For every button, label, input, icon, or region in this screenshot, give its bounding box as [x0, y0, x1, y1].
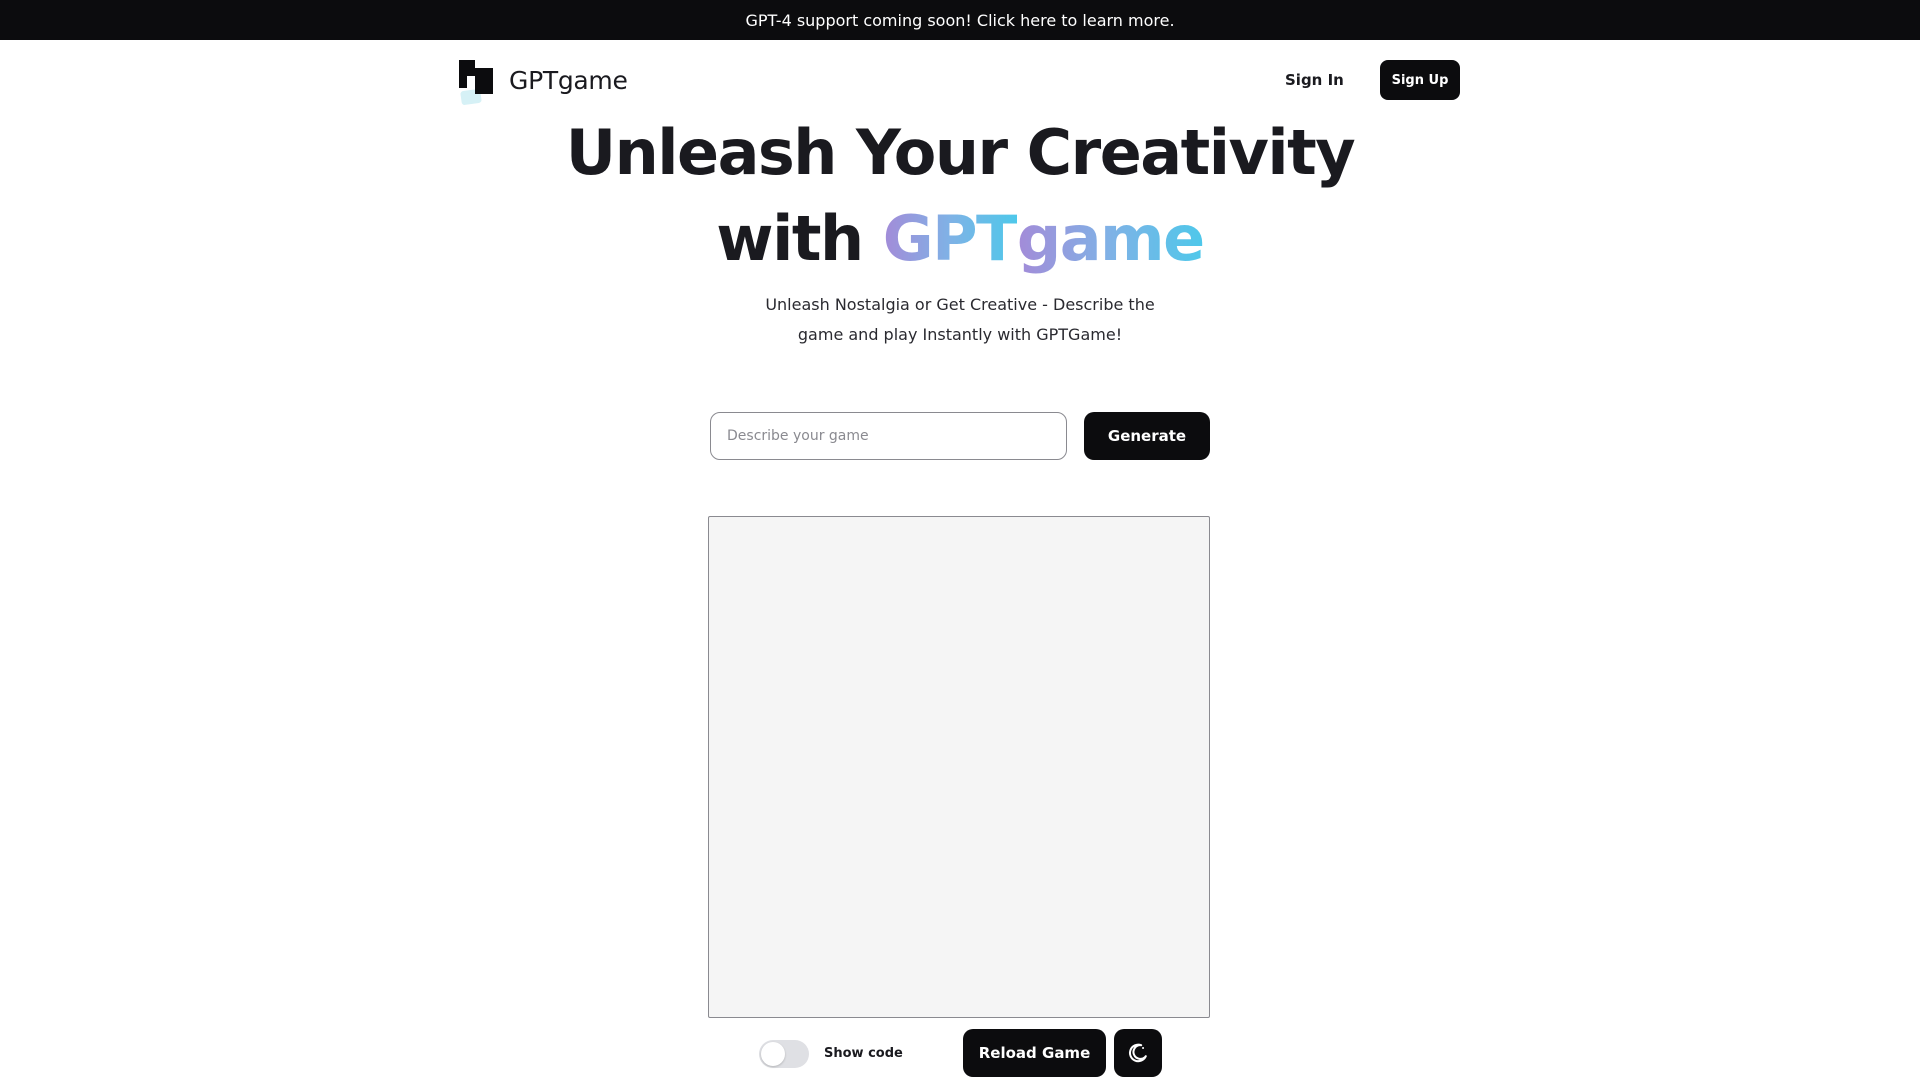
moon-icon: [1128, 1043, 1147, 1063]
theme-toggle-button[interactable]: [1114, 1029, 1162, 1077]
game-canvas[interactable]: [708, 516, 1210, 1018]
announcement-bar[interactable]: GPT-4 support coming soon! Click here to…: [0, 0, 1920, 40]
logo[interactable]: GPTgame: [459, 60, 628, 106]
hero-title-gradient-gpt: GPT: [882, 202, 1019, 275]
hero-title-line1: Unleash Your Creativity: [565, 116, 1356, 189]
hero-title: Unleash Your Creativity with GPTgame: [0, 110, 1920, 282]
sign-up-button[interactable]: Sign Up: [1380, 60, 1460, 100]
show-code-label: Show code: [824, 1046, 903, 1061]
header: GPTgame Sign In Sign Up: [0, 40, 1920, 120]
game-description-input[interactable]: [710, 412, 1067, 460]
reload-game-button[interactable]: Reload Game: [963, 1029, 1106, 1077]
generate-button[interactable]: Generate: [1084, 412, 1210, 460]
sign-in-button[interactable]: Sign In: [1285, 68, 1344, 92]
announcement-text[interactable]: GPT-4 support coming soon! Click here to…: [745, 11, 1174, 30]
hero-title-line2-prefix: with: [716, 202, 883, 275]
logo-icon: [459, 60, 495, 106]
hero-subtitle: Unleash Nostalgia or Get Creative - Desc…: [765, 295, 1155, 344]
toggle-knob: [761, 1042, 785, 1066]
brand-name: GPTgame: [509, 65, 628, 95]
show-code-toggle[interactable]: [759, 1040, 809, 1068]
hero-title-gradient-game: game: [1016, 202, 1205, 275]
